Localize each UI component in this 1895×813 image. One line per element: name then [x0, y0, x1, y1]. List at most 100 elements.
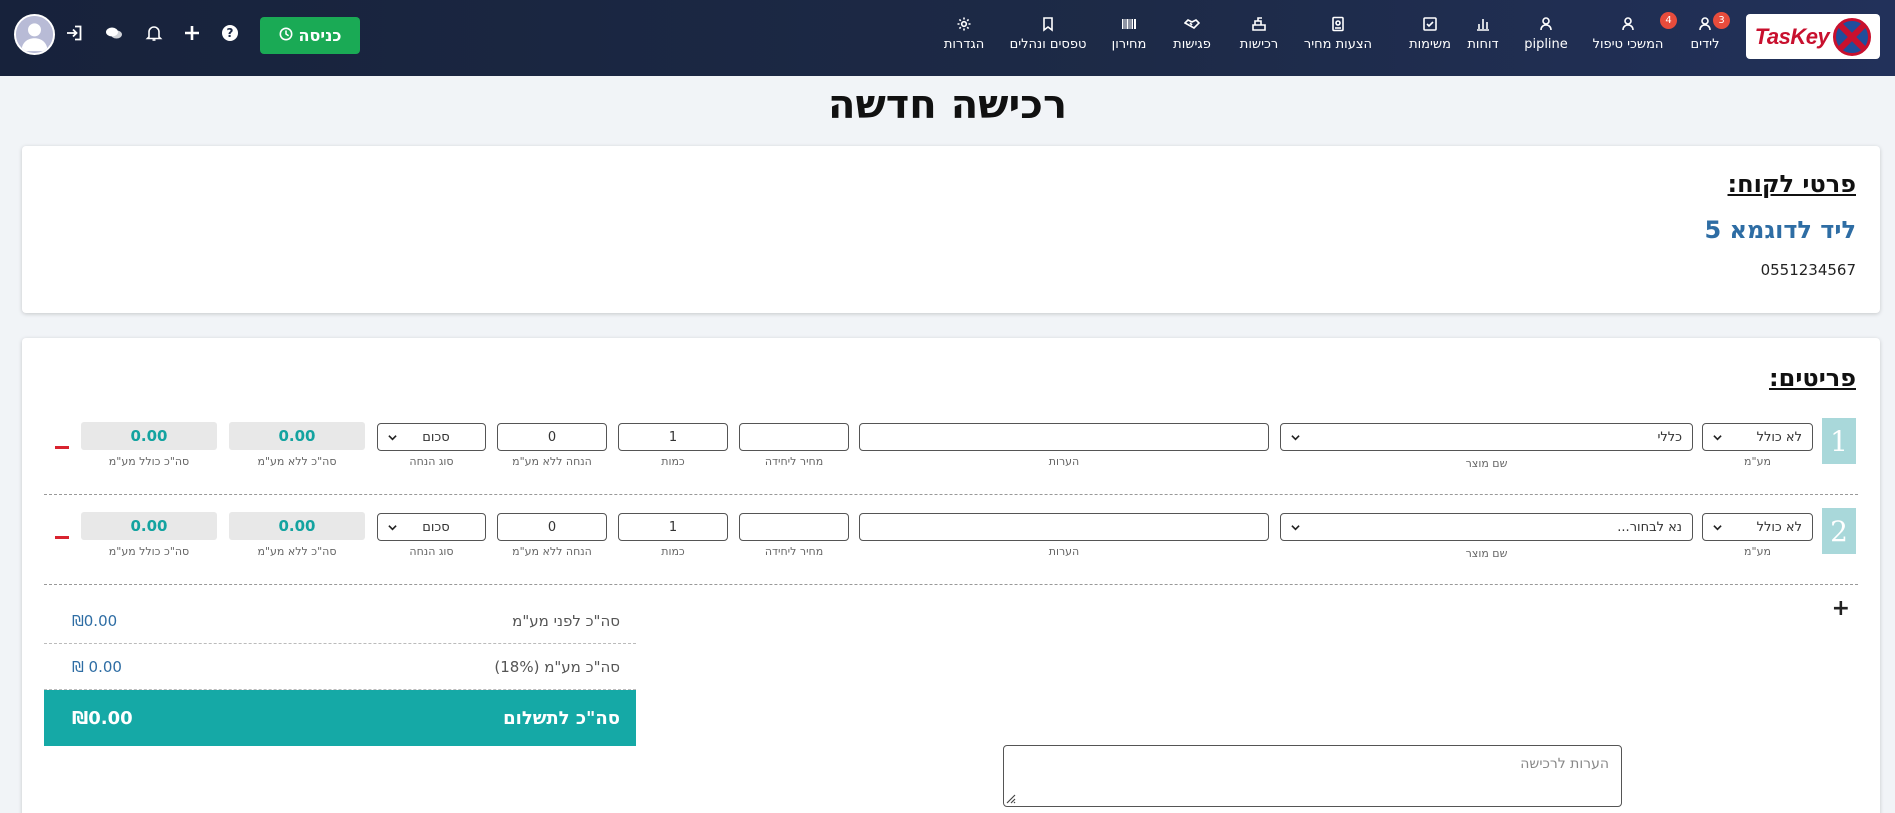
- unit-price-label: מחיר ליחידה: [764, 455, 824, 468]
- purchase-notes-textarea[interactable]: הערות לרכישה: [1003, 745, 1622, 807]
- vat-line: ₪ 0.00 סה"כ מע"מ (18%): [44, 644, 636, 690]
- bar-chart-icon: [1474, 15, 1492, 33]
- add-row-button[interactable]: +: [1832, 596, 1850, 621]
- chevron-down-icon: [1713, 434, 1722, 440]
- nav-label-tasks: משימות: [1409, 37, 1451, 52]
- vat-select-value: לא כולל: [1756, 519, 1802, 535]
- enter-button-label: כניסה: [298, 26, 342, 45]
- vat-select[interactable]: לא כולל: [1702, 513, 1813, 541]
- total-no-vat-label: סה"כ ללא מע"מ: [257, 455, 337, 468]
- person-icon: [1537, 15, 1555, 33]
- vat-total-label: סה"כ מע"מ (18%): [494, 657, 620, 676]
- customer-name-link[interactable]: ליד לדוגמא 5: [1704, 216, 1856, 244]
- product-label: שם מוצר: [1465, 547, 1508, 560]
- svg-text:?: ?: [227, 26, 234, 40]
- subtotal-line: ₪0.00 סה"כ לפני מע"מ: [44, 598, 636, 644]
- notes-label: הערות: [1048, 455, 1080, 468]
- enter-button[interactable]: כניסה: [260, 17, 360, 54]
- customer-phone: 0551234567: [1760, 261, 1856, 279]
- remove-row-button[interactable]: [55, 446, 69, 449]
- discount-input[interactable]: 0: [497, 423, 607, 451]
- quantity-input[interactable]: 1: [618, 513, 728, 541]
- vat-value: ₪ 0.00: [72, 657, 122, 676]
- nav-item-pricelist[interactable]: מחירון: [1109, 15, 1149, 61]
- discount-type-value: סכום: [422, 519, 450, 535]
- total-no-vat-label: סה"כ ללא מע"מ: [257, 545, 337, 558]
- vat-label: מע"מ: [1744, 545, 1771, 558]
- logo-text: TasKey: [1754, 23, 1830, 49]
- discount-type-label: סוג הנחה: [409, 545, 454, 558]
- discount-type-label: סוג הנחה: [409, 455, 454, 468]
- vat-select[interactable]: לא כולל: [1702, 423, 1813, 451]
- product-select-value: נא לבחור...: [1617, 519, 1682, 535]
- top-navbar: TasKey 3 לידים 4 המשכי טיפול pipline דוח…: [0, 0, 1895, 76]
- customer-section-title: פרטי לקוח:: [1727, 170, 1856, 198]
- bookmark-icon: [1039, 15, 1057, 33]
- product-select[interactable]: נא לבחור...: [1280, 513, 1693, 541]
- purchase-notes-placeholder: הערות לרכישה: [1520, 756, 1609, 772]
- nav-item-quotes[interactable]: הצעות מחיר: [1303, 15, 1373, 61]
- chevron-down-icon: [1291, 434, 1300, 440]
- total-no-vat-value: 0.00: [229, 512, 365, 540]
- remove-row-button[interactable]: [55, 536, 69, 539]
- nav-label-pipline: pipline: [1524, 37, 1568, 52]
- total-with-vat-value: 0.00: [81, 422, 217, 450]
- plus-icon[interactable]: [181, 22, 203, 44]
- notes-input[interactable]: [859, 513, 1269, 541]
- chevron-down-icon: [388, 434, 397, 440]
- discount-type-select[interactable]: סכום: [377, 513, 486, 541]
- subtotal-value: ₪0.00: [72, 611, 118, 630]
- clock-icon: [279, 26, 293, 45]
- customer-card: פרטי לקוח: ליד לדוגמא 5 0551234567: [22, 146, 1880, 313]
- quantity-label: כמות: [661, 455, 685, 468]
- page-title: רכישה חדשה: [827, 82, 1068, 128]
- quantity-input[interactable]: 1: [618, 423, 728, 451]
- nav-item-tasks[interactable]: משימות: [1409, 15, 1451, 61]
- product-select[interactable]: כללי: [1280, 423, 1693, 451]
- discount-type-select[interactable]: סכום: [377, 423, 486, 451]
- taskey-logo[interactable]: TasKey: [1746, 14, 1880, 59]
- document-icon: [1329, 15, 1347, 33]
- avatar[interactable]: [14, 14, 55, 55]
- person-icon: [1696, 15, 1714, 33]
- notes-label: הערות: [1048, 545, 1080, 558]
- help-icon[interactable]: ?: [219, 22, 241, 44]
- total-with-vat-label: סה"כ כולל מע"מ: [108, 545, 190, 558]
- nav-item-settings[interactable]: הגדרות: [942, 15, 986, 61]
- items-card: פריטים: 1 לא כולל מע"מ כללי שם מוצר הערו…: [22, 338, 1880, 813]
- total-no-vat-value: 0.00: [229, 422, 365, 450]
- chevron-down-icon: [1713, 524, 1722, 530]
- chevron-down-icon: [1291, 524, 1300, 530]
- nav-label-continuations: המשכי טיפול: [1592, 37, 1664, 52]
- nav-item-continuations[interactable]: 4 המשכי טיפול: [1588, 12, 1677, 61]
- bell-icon[interactable]: [143, 22, 165, 44]
- discount-input[interactable]: 0: [497, 513, 607, 541]
- row-number: 1: [1822, 418, 1856, 464]
- nav-label-pricelist: מחירון: [1111, 37, 1147, 52]
- nav-item-forms[interactable]: טפסים ונהלים: [1010, 15, 1086, 61]
- row-divider: [44, 584, 1858, 585]
- resize-grip-icon[interactable]: [1006, 794, 1016, 804]
- unit-price-input[interactable]: [739, 423, 849, 451]
- continuations-badge: 4: [1660, 12, 1677, 29]
- nav-item-reports[interactable]: דוחות: [1463, 15, 1503, 61]
- person-icon: [1619, 15, 1637, 33]
- handshake-icon: [1183, 15, 1201, 33]
- nav-item-purchases[interactable]: רכישות: [1237, 15, 1281, 61]
- chat-icon[interactable]: [103, 22, 125, 44]
- grand-total-value: ₪0.00: [72, 707, 133, 729]
- barcode-icon: [1120, 15, 1138, 33]
- unit-price-input[interactable]: [739, 513, 849, 541]
- subtotal-label: סה"כ לפני מע"מ: [512, 611, 620, 630]
- nav-label-forms: טפסים ונהלים: [1009, 37, 1087, 52]
- notes-input[interactable]: [859, 423, 1269, 451]
- vat-select-value: לא כולל: [1756, 429, 1802, 445]
- nav-item-pipline[interactable]: pipline: [1520, 15, 1572, 61]
- nav-item-leads[interactable]: 3 לידים: [1685, 12, 1730, 61]
- logo-mark-icon: [1833, 17, 1872, 56]
- row-number: 2: [1822, 508, 1856, 554]
- discount-type-value: סכום: [422, 429, 450, 445]
- product-select-value: כללי: [1657, 429, 1682, 445]
- login-icon[interactable]: [63, 22, 85, 44]
- nav-item-meetings[interactable]: פגישות: [1170, 15, 1214, 61]
